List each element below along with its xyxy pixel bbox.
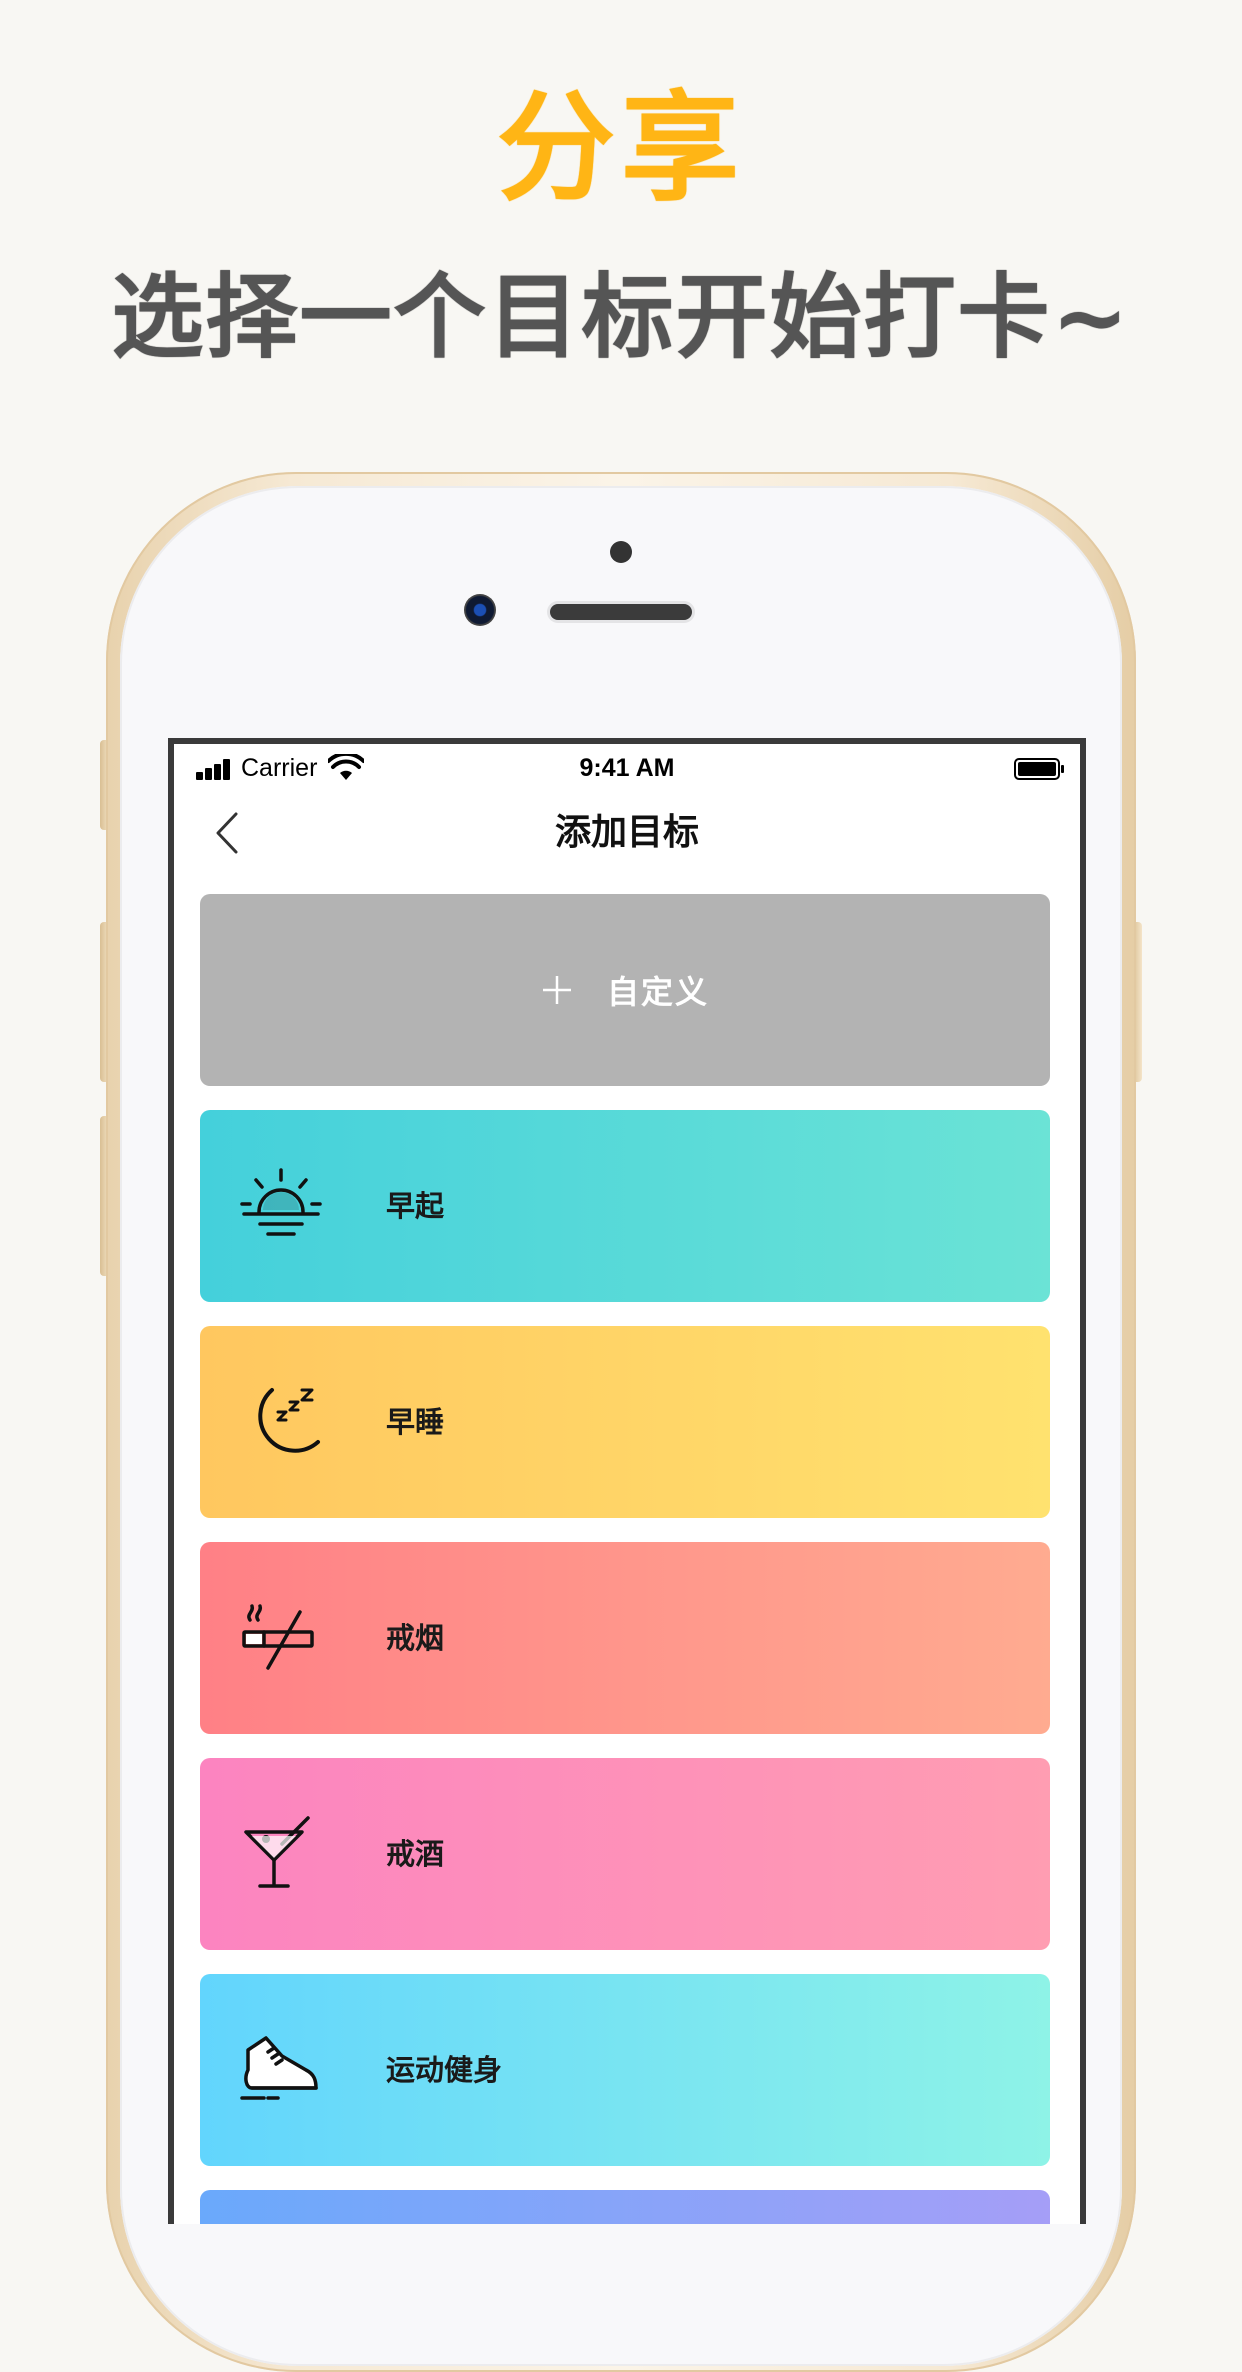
phone-screen: Carrier 9:41 AM 添加目标 自定义 早起 早睡 戒烟 戒酒 运动健… <box>168 738 1086 2224</box>
goal-label: 早起 <box>386 1189 445 1223</box>
status-bar: Carrier 9:41 AM <box>174 744 1080 788</box>
earpiece-speaker <box>550 604 692 620</box>
goal-card-quit-smoking[interactable]: 戒烟 <box>200 1542 1050 1734</box>
goal-card-wake-early[interactable]: 早起 <box>200 1110 1050 1302</box>
goal-card-next[interactable] <box>200 2190 1050 2224</box>
sneaker-icon <box>240 2036 318 2100</box>
cocktail-icon <box>244 1816 310 1888</box>
sunrise-icon <box>240 1168 322 1236</box>
goal-card-fitness[interactable]: 运动健身 <box>200 1974 1050 2166</box>
goal-label: 运动健身 <box>386 2053 503 2087</box>
moon-sleep-icon <box>258 1388 320 1453</box>
promo-subtitle: 选择一个目标开始打卡~ <box>111 264 1131 371</box>
goal-label: 早睡 <box>386 1405 445 1439</box>
goal-label: 戒酒 <box>386 1837 445 1871</box>
no-smoking-icon <box>242 1604 314 1670</box>
promo-title: 分享 <box>496 79 745 217</box>
page-title: 添加目标 <box>554 812 699 853</box>
goal-card-quit-drinking[interactable]: 戒酒 <box>200 1758 1050 1950</box>
custom-goal-button[interactable]: 自定义 <box>200 894 1050 1086</box>
navigation-bar: 添加目标 <box>174 788 1080 878</box>
plus-icon <box>542 976 571 1004</box>
custom-goal-label: 自定义 <box>606 973 709 1011</box>
status-time: 9:41 AM <box>579 754 675 782</box>
goal-card-sleep-early[interactable]: 早睡 <box>200 1326 1050 1518</box>
goal-label: 戒烟 <box>386 1621 445 1655</box>
front-sensor <box>610 541 632 563</box>
battery-icon <box>1014 758 1064 780</box>
front-camera <box>464 594 496 626</box>
